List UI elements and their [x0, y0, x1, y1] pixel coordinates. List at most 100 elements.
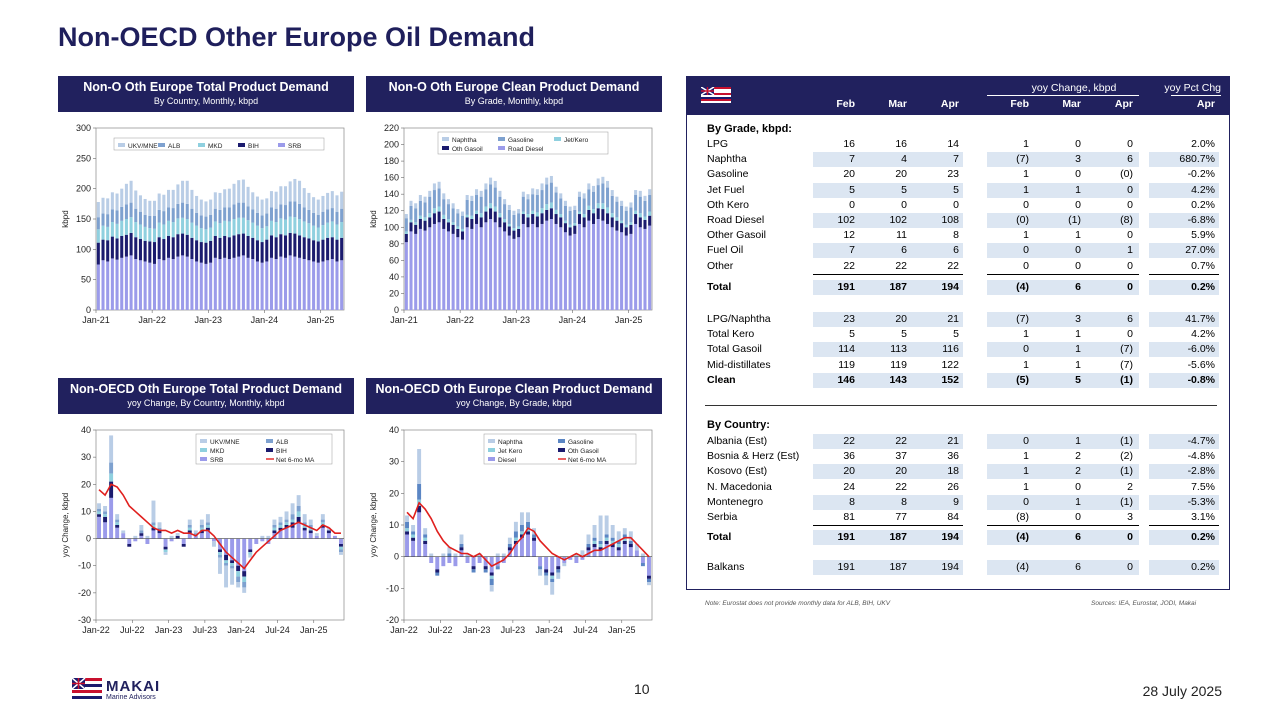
cell-value: 1 [1023, 183, 1029, 196]
cell-value: 5 [849, 328, 855, 341]
bar-segment [465, 227, 469, 310]
cell-value: 187 [889, 281, 907, 293]
bar-segment [103, 522, 108, 539]
bar-segment [405, 521, 409, 529]
bar-segment [312, 225, 316, 241]
bar-segment [312, 240, 316, 262]
cell-value: 22 [895, 259, 907, 272]
x-tick-label: Jul-22 [120, 625, 145, 635]
bar-segment [615, 220, 619, 231]
bar-segment [218, 552, 222, 555]
cell-value: 1 [1075, 495, 1081, 508]
bar-segment [634, 223, 638, 310]
bar-segment [162, 224, 166, 240]
y-axis-label: yoy Change, kbpd [369, 493, 378, 558]
bar-segment [591, 213, 596, 224]
cell-value: 0 [1127, 561, 1133, 573]
bar-segment [204, 216, 208, 230]
cell-value: 0 [1023, 259, 1029, 272]
bar-segment [195, 212, 199, 226]
bar-segment [143, 226, 147, 241]
bar-segment [535, 189, 539, 196]
cell-value: 191 [837, 561, 855, 573]
chart-header: Non-O Oth Europe Total Product Demand By… [58, 76, 354, 112]
cell-value: 0 [1075, 244, 1081, 257]
bar-segment [423, 196, 427, 203]
divider [705, 405, 1217, 406]
bar-segment [227, 221, 231, 238]
bar-segment [475, 210, 479, 215]
bar-segment [316, 227, 320, 242]
bar-segment [302, 188, 306, 208]
bar-segment [312, 261, 316, 310]
bar-segment [540, 213, 544, 224]
cell-value: 0 [1127, 183, 1133, 196]
bar-segment [418, 215, 422, 219]
bar-segment [251, 237, 255, 260]
legend-label: Oth Gasoil [452, 146, 483, 153]
bar-segment [620, 232, 624, 310]
legend-swatch [488, 457, 495, 461]
bar-segment [465, 199, 469, 215]
bar-segment [255, 225, 259, 241]
bar-segment [512, 230, 516, 239]
bar-segment [290, 527, 295, 539]
row-label: Other Gasoil [707, 229, 766, 242]
row-label: Naphtha [707, 153, 747, 166]
bar-segment [577, 223, 581, 310]
bar-segment [283, 205, 288, 220]
cell-value: (7) [1016, 313, 1029, 325]
y-axis-label: yoy Change, kbpd [61, 493, 70, 558]
cell-value: 0.2% [1191, 561, 1215, 573]
bar-segment [227, 188, 231, 208]
bar-segment [507, 226, 511, 236]
bar-segment [248, 538, 253, 550]
bar-segment [129, 217, 133, 233]
bar-segment [248, 549, 253, 553]
bar-segment [493, 187, 497, 207]
bar-segment [251, 192, 255, 210]
bar-segment [110, 209, 114, 223]
bar-segment [638, 227, 642, 310]
legend-swatch [158, 143, 165, 147]
cell-value: 27.0% [1185, 244, 1215, 257]
cell-value: 152 [941, 373, 959, 386]
bar-segment [115, 522, 120, 525]
y-tick-label: 50 [81, 275, 91, 285]
bar-segment [409, 205, 413, 220]
bar-segment [316, 214, 320, 228]
header-col-mar: Mar [888, 98, 907, 110]
y-tick-label: 200 [76, 184, 91, 194]
cell-value: 20 [895, 168, 907, 181]
legend-label: UKV/MNE [210, 439, 240, 446]
bar-segment [209, 199, 213, 215]
cell-value: (7) [1120, 343, 1133, 356]
x-tick-label: Jul-23 [193, 625, 218, 635]
bar-segment [596, 203, 600, 209]
bar-segment [181, 233, 185, 256]
legend-swatch [198, 143, 205, 147]
bar-segment [127, 544, 132, 547]
cell-value: (0) [1120, 168, 1133, 181]
bar-segment [489, 575, 494, 579]
bar-segment [101, 260, 105, 310]
row-label: Total [707, 531, 732, 543]
table-row: N. Macedonia 24 22 26 1 0 2 7.5% [687, 480, 1229, 495]
y-tick-label: 150 [76, 214, 91, 224]
x-tick-label: Jan-22 [82, 625, 110, 635]
bar-segment [248, 552, 253, 555]
bar-segment [498, 217, 502, 228]
bar-segment [493, 206, 497, 212]
bar-segment [290, 514, 295, 520]
bar-segment [232, 257, 236, 310]
bar-segment [620, 205, 624, 221]
bar-segment [404, 231, 408, 234]
cell-value: 6 [1075, 561, 1081, 573]
bar-segment [459, 547, 464, 551]
bar-segment [437, 206, 441, 212]
bar-segment [157, 522, 162, 528]
cell-value: 194 [941, 281, 959, 293]
bar-segment [213, 257, 217, 310]
table-row: Oth Kero 0 0 0 0 0 0 0.2% [687, 198, 1229, 213]
bar-segment [171, 208, 175, 223]
